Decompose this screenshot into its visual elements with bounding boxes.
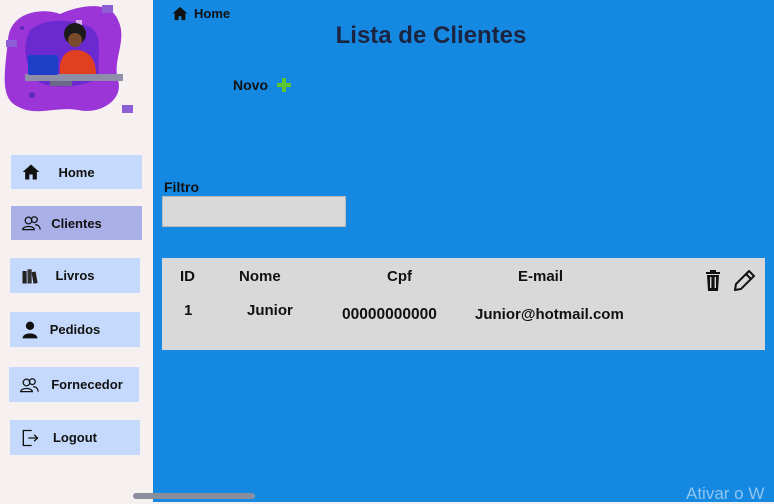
filter-input[interactable]: [162, 196, 346, 227]
activation-watermark: Ativar o W: [686, 484, 765, 503]
horizontal-scrollbar[interactable]: [133, 493, 255, 499]
trash-icon[interactable]: [705, 270, 721, 291]
new-button-label: Novo: [233, 77, 268, 93]
sidebar-item-label: Clientes: [51, 215, 102, 231]
sidebar-item-logout[interactable]: Logout: [10, 420, 140, 455]
home-icon: [172, 6, 188, 21]
pencil-icon[interactable]: [734, 270, 755, 291]
table-header-cpf: Cpf: [387, 268, 412, 285]
filter-label: Filtro: [164, 179, 199, 195]
sidebar-item-label: Home: [58, 164, 95, 180]
cell-id: 1: [184, 302, 193, 319]
sidebar-item-home[interactable]: Home: [11, 155, 142, 189]
table-header-email: E-mail: [518, 268, 564, 285]
sidebar-item-label: Fornecedor: [51, 377, 123, 392]
main-panel: [153, 0, 774, 502]
cell-nome: Junior: [247, 302, 293, 319]
page-title: Lista de Clientes: [335, 22, 527, 49]
illustration-person-laptop: [4, 5, 133, 113]
clients-table: ID Nome Cpf E-mail 1 Junior 00000000000 …: [162, 258, 765, 350]
table-header-id: ID: [180, 268, 195, 285]
new-client-button[interactable]: Novo: [233, 77, 292, 93]
sidebar-item-clientes[interactable]: Clientes: [11, 206, 142, 240]
table-header-nome: Nome: [239, 268, 281, 285]
sidebar-item-fornecedor[interactable]: Fornecedor: [9, 367, 139, 402]
cell-email: Junior@hotmail.com: [475, 306, 624, 323]
cell-cpf: 00000000000: [342, 306, 437, 323]
sidebar: Home Clientes Livros Pedidos Fornecedor …: [0, 0, 153, 502]
plus-icon: [277, 78, 291, 92]
breadcrumb-home-label: Home: [194, 6, 231, 21]
sidebar-item-livros[interactable]: Livros: [10, 258, 140, 293]
sidebar-item-label: Livros: [55, 268, 95, 283]
sidebar-item-label: Pedidos: [49, 322, 101, 337]
breadcrumb[interactable]: Home: [172, 6, 230, 21]
sidebar-item-pedidos[interactable]: Pedidos: [10, 312, 140, 347]
sidebar-item-label: Logout: [52, 430, 98, 445]
